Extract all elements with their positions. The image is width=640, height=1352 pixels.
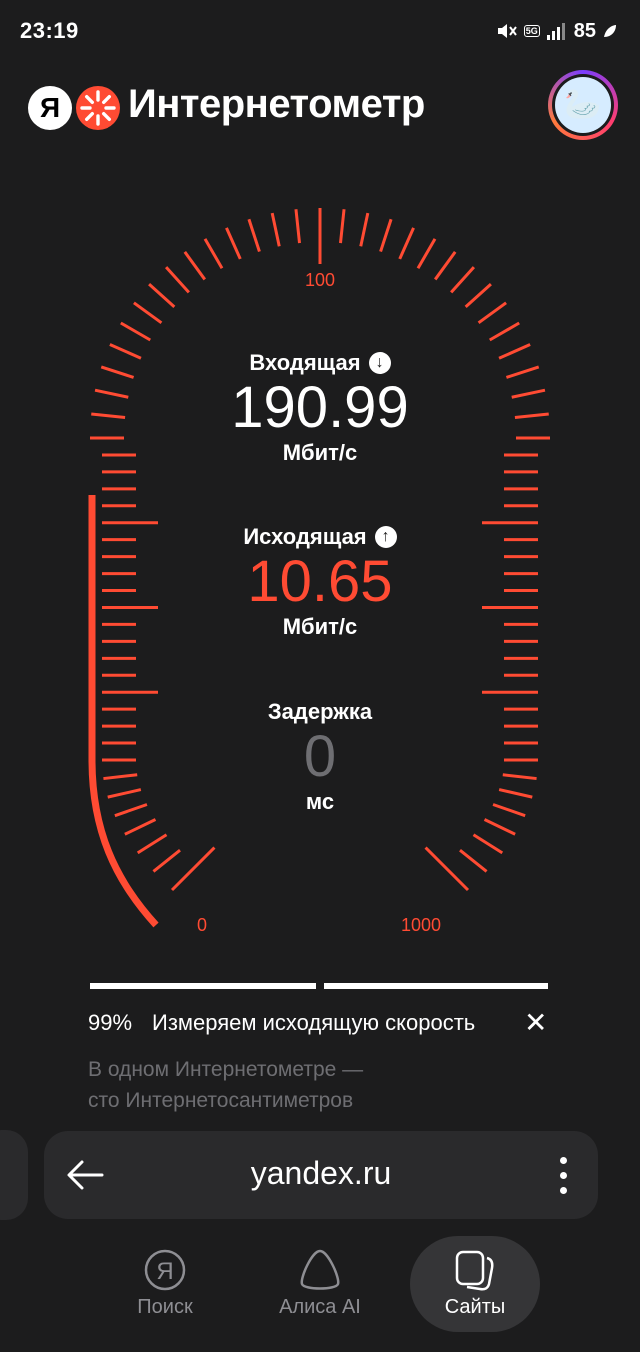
download-value: 190.99 (231, 375, 409, 440)
latency-readout: Задержка 0 мс (0, 699, 640, 815)
gauge-tick (225, 227, 242, 260)
status-icons: 5G 85 (496, 18, 618, 44)
app-title: Интернетометр (128, 82, 425, 126)
gauge-tick (270, 212, 281, 247)
latency-unit: мс (305, 789, 335, 814)
nav-search-label: Поиск (137, 1296, 193, 1318)
gauge-tick (472, 833, 504, 855)
gauge-tick (294, 209, 302, 244)
profile-avatar-button[interactable]: 🦢 (548, 70, 618, 140)
sites-tabs-icon (455, 1250, 494, 1291)
nav-sites[interactable]: Сайты (410, 1236, 540, 1332)
gauge-tick (247, 218, 261, 253)
gauge-tick (203, 238, 224, 270)
progress-bar-download (90, 983, 316, 989)
more-menu-icon[interactable] (560, 1157, 568, 1195)
progress-bar-upload (324, 983, 548, 989)
gauge-tick (152, 849, 181, 873)
upload-label: Исходящая (243, 524, 367, 549)
download-unit: Мбит/с (282, 440, 358, 465)
upload-unit: Мбит/с (282, 614, 358, 639)
gauge-tick (416, 238, 437, 270)
signal-icon (546, 23, 565, 40)
latency-value: 0 (303, 724, 337, 789)
gauge-tick (488, 321, 520, 342)
progress-percent: 99% (88, 1010, 133, 1035)
yandex-search-icon: Я (144, 1249, 186, 1291)
status-time: 23:19 (20, 18, 79, 43)
gauge-tick (148, 282, 176, 308)
gauge-tick (183, 251, 207, 281)
gauge-label-0: 0 (197, 915, 207, 935)
close-icon[interactable]: ✕ (524, 1006, 547, 1039)
gauge-tick (359, 212, 370, 247)
nav-alice-label: Алиса AI (279, 1296, 361, 1318)
avatar-goose-icon: 🦢 (555, 77, 611, 133)
nav-search[interactable]: Я Поиск (100, 1236, 230, 1332)
gauge-tick (124, 818, 157, 836)
nav-alice[interactable]: Алиса AI (255, 1236, 385, 1332)
mute-icon (497, 24, 517, 38)
gauge-tick (133, 301, 163, 325)
address-bar[interactable]: yandex.ru (44, 1131, 598, 1219)
upload-readout: Исходящая ↑ 10.65 Мбит/с (0, 524, 640, 640)
gauge-tick (433, 251, 457, 281)
gauge-tick (136, 833, 168, 855)
gauge-tick (477, 301, 507, 325)
download-label: Входящая (249, 350, 361, 375)
arrow-up-icon: ↑ (374, 526, 397, 548)
tagline-line-1: В одном Интернетометре — (88, 1058, 364, 1081)
battery-level: 85 (573, 19, 596, 42)
upload-value: 10.65 (247, 549, 393, 614)
nav-sites-label: Сайты (444, 1296, 506, 1318)
bottom-nav: Я Поиск Алиса AI Сайты (0, 1236, 640, 1332)
gauge-tick (338, 209, 346, 244)
gauge-tick (464, 282, 492, 308)
gauge-tick (483, 818, 516, 836)
leaf-icon (604, 25, 616, 37)
latency-label: Задержка (267, 699, 373, 724)
tagline: В одном Интернетометре — сто Интернетоса… (88, 1054, 363, 1116)
alice-icon (300, 1249, 340, 1290)
gauge-tick (170, 846, 216, 892)
gauge-tick (424, 846, 470, 892)
gauge-tick (120, 321, 152, 342)
gauge-label-100: 100 (305, 270, 335, 290)
internetometr-logo-icon (76, 86, 120, 130)
app-header: Я Интернетометр 🦢 (0, 70, 640, 142)
url-text[interactable]: yandex.ru (44, 1155, 598, 1192)
gauge-label-1000: 1000 (401, 915, 441, 935)
arrow-down-icon: ↓ (368, 352, 391, 374)
yandex-logo[interactable]: Я (28, 86, 72, 130)
gauge-tick (379, 218, 393, 253)
tagline-line-2: сто Интернетосантиметров (88, 1089, 354, 1112)
measurement-status: 99% Измеряем исходящую скорость ✕ (0, 1004, 640, 1040)
svg-text:Я: Я (156, 1258, 173, 1285)
previous-tab-card[interactable] (0, 1130, 28, 1220)
gauge-tick (398, 227, 415, 260)
gauge-tick (459, 849, 488, 873)
network-badge: 5G (523, 25, 540, 37)
gauge-tick (164, 266, 190, 294)
gauge-tick (450, 266, 476, 294)
download-readout: Входящая ↓ 190.99 Мбит/с (0, 350, 640, 466)
progress-status-text: Измеряем исходящую скорость (152, 1010, 476, 1035)
status-bar: 23:19 5G 85 (0, 0, 640, 62)
